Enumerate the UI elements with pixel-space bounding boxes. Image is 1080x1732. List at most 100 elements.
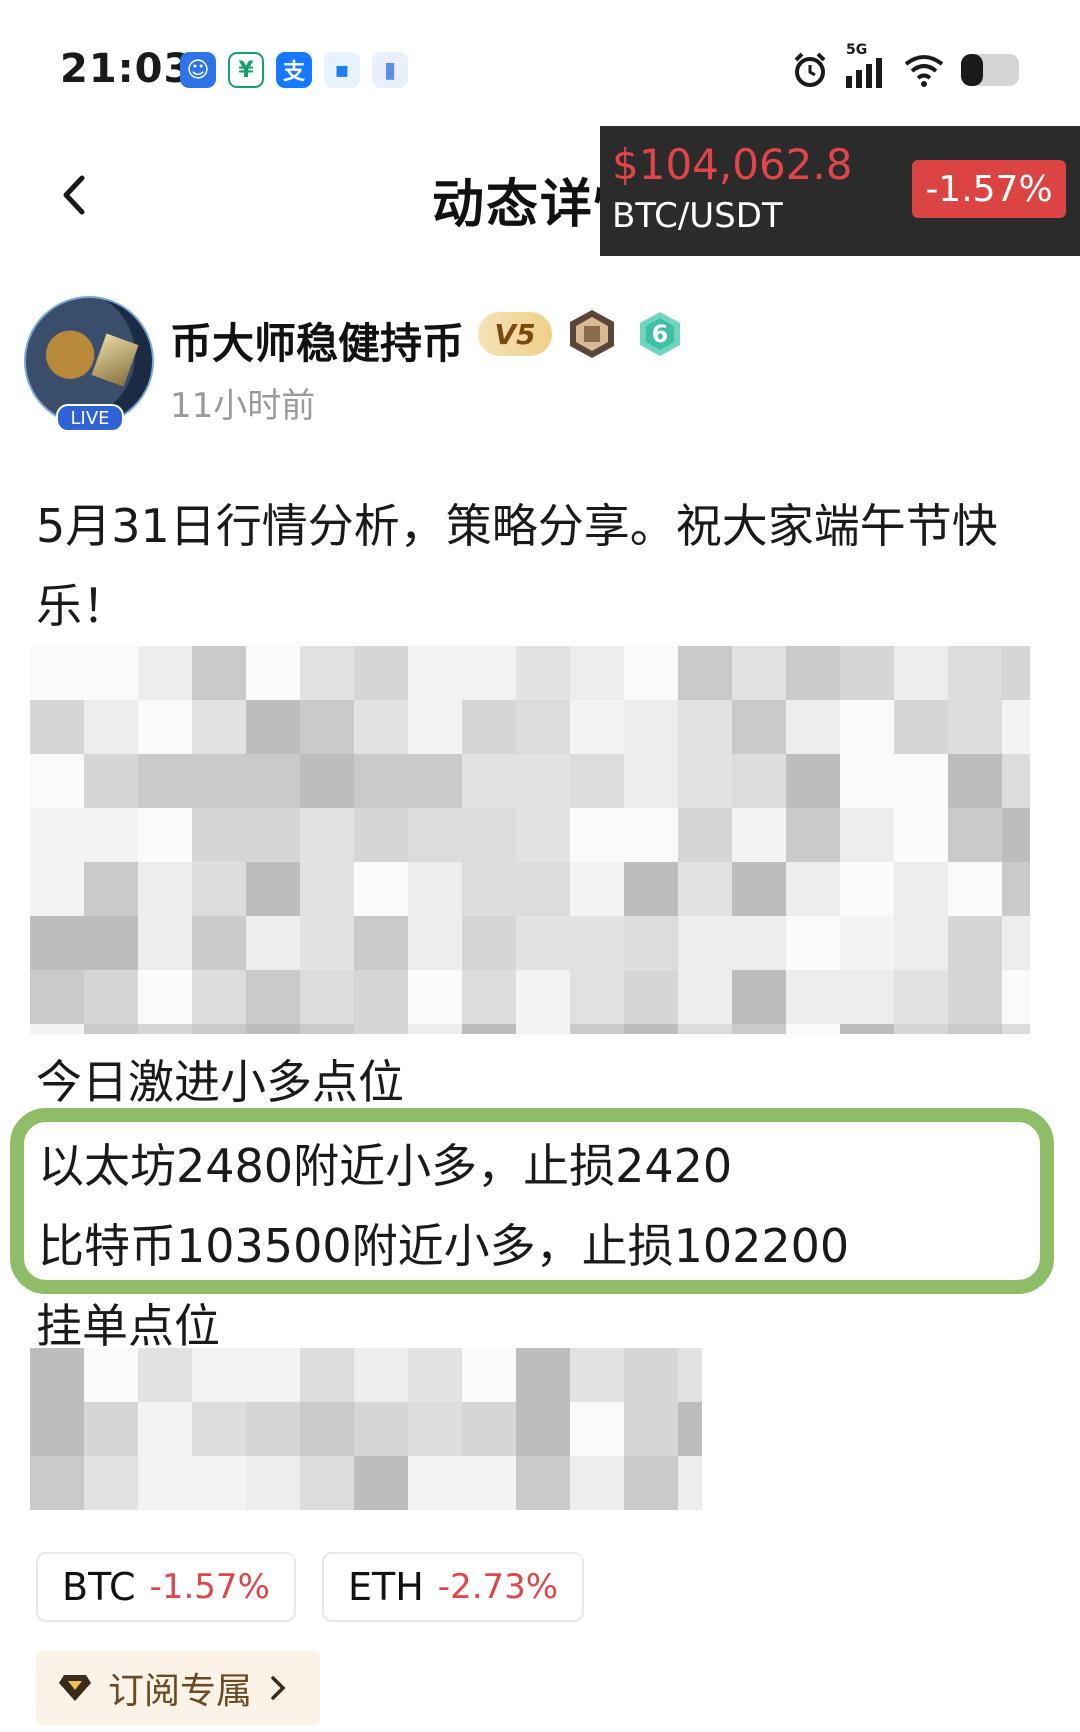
mosaic-cell xyxy=(300,700,354,754)
mosaic-cell xyxy=(300,1456,354,1510)
battery-icon xyxy=(961,54,1019,86)
wifi-icon xyxy=(904,55,944,87)
mosaic-cell xyxy=(948,808,1002,862)
header: 动态详情 $104,062.8 BTC/USDT -1.57% xyxy=(0,120,1080,260)
mosaic-cell xyxy=(624,862,678,916)
mosaic-cell xyxy=(786,700,840,754)
mosaic-cell xyxy=(138,754,192,808)
mosaic-cell xyxy=(1002,916,1030,970)
mosaic-cell xyxy=(192,646,246,700)
mosaic-cell xyxy=(516,862,570,916)
eth-entry-line: 以太坊2480附近小多，止损2420 xyxy=(38,1139,733,1193)
mosaic-cell xyxy=(84,700,138,754)
coin-tag-eth[interactable]: ETH -2.73% xyxy=(322,1552,585,1622)
author-name[interactable]: 币大师稳健持币 xyxy=(170,310,464,371)
mosaic-cell xyxy=(786,862,840,916)
mosaic-cell xyxy=(192,700,246,754)
mosaic-cell xyxy=(30,808,84,862)
system-icons: 5G xyxy=(790,42,1020,90)
notification-icons: ☺ ¥ 支 ▪ ▮ xyxy=(180,52,408,88)
medal-icon xyxy=(570,310,614,358)
mosaic-cell xyxy=(570,1456,624,1510)
mosaic-cell xyxy=(300,1024,354,1034)
coin-tag-btc[interactable]: BTC -1.57% xyxy=(36,1552,296,1622)
mosaic-cell xyxy=(300,916,354,970)
mosaic-cell xyxy=(516,754,570,808)
app-notification-icon: ☺ xyxy=(180,52,216,88)
coin-tag-change: -2.73% xyxy=(437,1567,559,1607)
mosaic-cell xyxy=(192,1348,246,1402)
mosaic-cell xyxy=(84,808,138,862)
mosaic-cell xyxy=(462,700,516,754)
mosaic-cell xyxy=(138,808,192,862)
mosaic-cell xyxy=(300,808,354,862)
mosaic-cell xyxy=(516,1402,570,1456)
subscribe-exclusive-button[interactable]: 订阅专属 xyxy=(36,1650,320,1726)
mosaic-cell xyxy=(138,646,192,700)
mosaic-cell xyxy=(732,808,786,862)
mosaic-cell xyxy=(84,646,138,700)
mosaic-cell xyxy=(516,970,570,1024)
mosaic-cell xyxy=(462,808,516,862)
mosaic-cell xyxy=(894,754,948,808)
mosaic-cell xyxy=(300,646,354,700)
mosaic-cell xyxy=(138,970,192,1024)
pending-order-heading: 挂单点位 xyxy=(36,1299,220,1353)
mosaic-cell xyxy=(786,646,840,700)
mosaic-cell xyxy=(138,1348,192,1402)
mosaic-cell xyxy=(948,970,1002,1024)
mosaic-cell xyxy=(840,970,894,1024)
mosaic-cell xyxy=(1002,808,1030,862)
mosaic-cell xyxy=(246,1024,300,1034)
back-arrow-icon[interactable] xyxy=(50,170,100,220)
mosaic-cell xyxy=(462,1348,516,1402)
mosaic-cell xyxy=(246,646,300,700)
mosaic-cell xyxy=(246,1456,300,1510)
mosaic-cell xyxy=(678,1402,702,1456)
subscribe-label: 订阅专属 xyxy=(108,1671,253,1712)
mosaic-cell xyxy=(408,754,462,808)
mosaic-cell xyxy=(462,646,516,700)
mosaic-cell xyxy=(354,1402,408,1456)
mosaic-cell xyxy=(408,862,462,916)
diamond-icon xyxy=(59,1675,91,1701)
message-notification-icon: ▪ xyxy=(324,52,360,88)
mosaic-cell xyxy=(570,862,624,916)
mosaic-cell xyxy=(624,754,678,808)
pixelated-redacted-text xyxy=(30,646,1030,1034)
mosaic-cell xyxy=(570,1024,624,1034)
mosaic-cell xyxy=(192,808,246,862)
author-avatar[interactable]: LIVE xyxy=(24,296,154,432)
mosaic-cell xyxy=(246,916,300,970)
pixelated-redacted-text xyxy=(30,1348,702,1510)
mosaic-cell xyxy=(516,1348,570,1402)
ticker-price: $104,062.8 xyxy=(612,140,853,189)
mosaic-cell xyxy=(732,754,786,808)
mosaic-cell xyxy=(84,1402,138,1456)
mosaic-cell xyxy=(894,970,948,1024)
mosaic-cell xyxy=(624,1348,678,1402)
mosaic-cell xyxy=(354,808,408,862)
mosaic-cell xyxy=(624,1402,678,1456)
mosaic-cell xyxy=(30,970,84,1024)
mosaic-cell xyxy=(192,1024,246,1034)
mosaic-cell xyxy=(786,916,840,970)
mosaic-cell xyxy=(354,916,408,970)
mosaic-cell xyxy=(246,1348,300,1402)
mosaic-cell xyxy=(678,970,732,1024)
mosaic-cell xyxy=(624,970,678,1024)
mosaic-cell xyxy=(408,970,462,1024)
alarm-icon xyxy=(794,52,826,87)
mosaic-cell xyxy=(678,808,732,862)
mosaic-cell xyxy=(570,1348,624,1402)
mosaic-cell xyxy=(192,916,246,970)
mosaic-cell xyxy=(408,1402,462,1456)
status-time: 21:03 xyxy=(60,46,193,92)
mosaic-cell xyxy=(840,808,894,862)
btc-price-ticker[interactable]: $104,062.8 BTC/USDT -1.57% xyxy=(600,126,1080,256)
hexagon-badge-icon: 6 xyxy=(636,310,684,358)
mosaic-cell xyxy=(624,646,678,700)
mosaic-cell xyxy=(516,646,570,700)
mosaic-cell xyxy=(192,970,246,1024)
mosaic-cell xyxy=(732,1024,786,1034)
